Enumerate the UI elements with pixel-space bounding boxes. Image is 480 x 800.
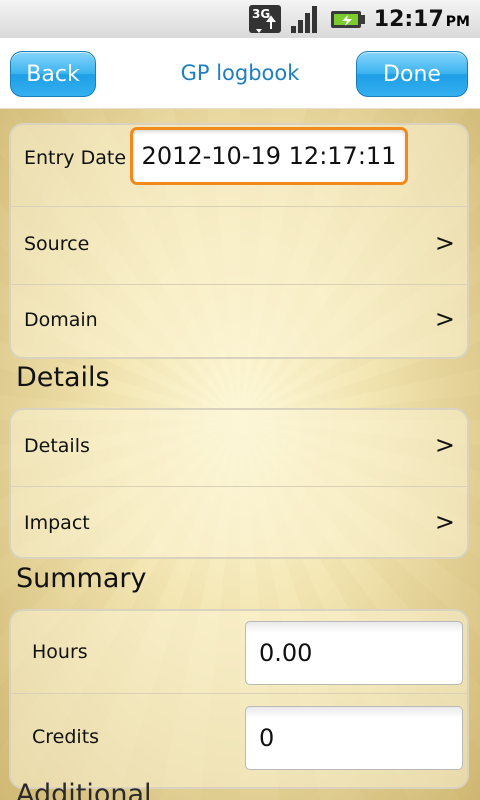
credits-label: Credits — [32, 726, 100, 748]
status-icons: 3G 12:17 PM — [248, 0, 470, 38]
status-time: 12:17 PM — [374, 7, 470, 32]
hours-input[interactable]: 0.00 — [245, 621, 463, 685]
source-label: Source — [24, 233, 90, 255]
chevron-right-icon: > — [434, 508, 455, 536]
summary-section-header: Summary — [16, 563, 147, 594]
entry-date-label: Entry Date — [24, 147, 127, 169]
chevron-right-icon: > — [434, 229, 455, 257]
form-content[interactable]: Entry Date 2012-10-19 12:17:11 Source > … — [0, 109, 480, 800]
entry-date-row: Entry Date 2012-10-19 12:17:11 — [11, 125, 467, 207]
details-section-header: Details — [16, 362, 110, 393]
page-title: GP logbook — [180, 61, 300, 85]
back-button[interactable]: Back — [10, 51, 96, 97]
entry-group: Entry Date 2012-10-19 12:17:11 Source > … — [9, 123, 469, 359]
navigation-bar: Back GP logbook Done — [0, 38, 480, 109]
hours-label: Hours — [32, 641, 88, 663]
status-ampm: PM — [445, 13, 470, 30]
status-bar: 3G 12:17 PM — [0, 0, 480, 39]
entry-date-field[interactable]: 2012-10-19 12:17:11 — [130, 127, 408, 185]
impact-label: Impact — [24, 512, 90, 534]
details-label: Details — [24, 435, 90, 457]
credits-input[interactable]: 0 — [245, 706, 463, 770]
summary-group: Hours 0.00 Credits 0 — [9, 609, 469, 789]
done-button[interactable]: Done — [356, 51, 468, 97]
chevron-right-icon: > — [434, 431, 455, 459]
battery-charging-icon — [330, 11, 365, 28]
impact-row[interactable]: Impact > — [11, 487, 467, 557]
source-row[interactable]: Source > — [11, 207, 467, 285]
details-group: Details > Impact > — [9, 408, 469, 559]
hours-row: Hours 0.00 — [11, 611, 467, 694]
status-time-value: 12:17 — [373, 6, 444, 32]
domain-label: Domain — [24, 309, 98, 331]
svg-text:3G: 3G — [252, 7, 270, 21]
details-row[interactable]: Details > — [11, 410, 467, 487]
3g-network-icon: 3G — [248, 5, 281, 33]
domain-row[interactable]: Domain > — [11, 285, 467, 357]
chevron-right-icon: > — [434, 305, 455, 333]
credits-row: Credits 0 — [11, 694, 467, 787]
additional-section-header: Additional — [16, 779, 152, 800]
signal-strength-icon — [290, 6, 317, 33]
